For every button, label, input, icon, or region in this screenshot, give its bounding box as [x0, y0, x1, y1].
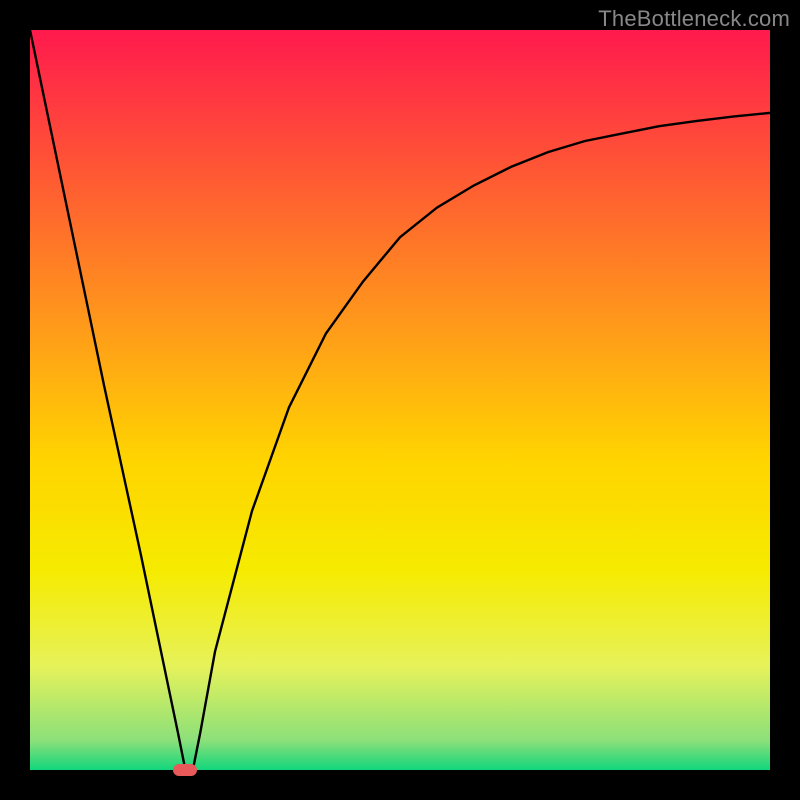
watermark-text: TheBottleneck.com	[598, 6, 790, 32]
chart-outer-frame: TheBottleneck.com	[0, 0, 800, 800]
plot-inner	[30, 30, 770, 770]
minimum-marker	[173, 764, 197, 776]
bottleneck-curve	[30, 30, 770, 770]
plot-area	[30, 30, 770, 770]
